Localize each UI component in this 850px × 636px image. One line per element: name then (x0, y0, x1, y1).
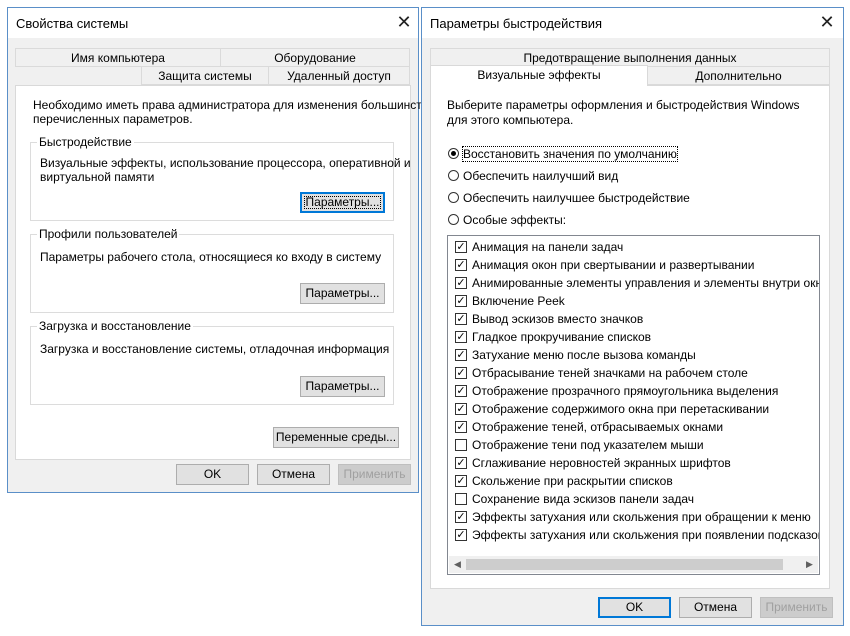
close-icon[interactable]: ✕ (393, 11, 415, 33)
intro-line-1: Необходимо иметь права администратора дл… (33, 98, 435, 112)
horizontal-scrollbar[interactable]: ◀ ▶ (449, 556, 818, 573)
window-title: Параметры быстродействия (430, 16, 603, 31)
effects-checkbox-list[interactable]: ✓ Анимация на панели задач ✓ Анимация окон … (447, 235, 820, 575)
performance-desc-2: виртуальной памяти (40, 170, 155, 184)
checkbox-checked-icon[interactable]: ✓ (455, 349, 467, 361)
cancel-button[interactable]: Отмена (679, 597, 752, 618)
cancel-button[interactable]: Отмена (257, 464, 330, 485)
environment-variables-button[interactable]: Переменные среды... (273, 427, 399, 448)
checkbox-checked-icon[interactable]: ✓ (455, 385, 467, 397)
effect-label: Эффекты затухания или скольжения при обр… (472, 510, 811, 524)
scrollbar-thumb[interactable] (466, 559, 783, 570)
checkbox-checked-icon[interactable]: ✓ (455, 421, 467, 433)
effect-label: Отображение теней, отбрасываемых окнами (472, 420, 724, 434)
user-profiles-desc: Параметры рабочего стола, относящиеся ко… (40, 250, 382, 264)
checkbox-checked-icon[interactable]: ✓ (455, 241, 467, 253)
tab-remote-access[interactable]: Удаленный доступ (268, 66, 410, 85)
ok-button[interactable]: OK (176, 464, 249, 485)
intro-line-2: перечисленных параметров. (33, 112, 193, 126)
tab-computer-name[interactable]: Имя компьютера (15, 48, 221, 67)
performance-group: Быстродействие Визуальные эффекты, испол… (30, 135, 411, 221)
radio-default[interactable] (448, 148, 459, 159)
effect-label: Отображение тени под указателем мыши (472, 438, 704, 452)
checkbox-checked-icon[interactable]: ✓ (455, 475, 467, 487)
effect-label: Сохранение вида эскизов панели задач (472, 492, 695, 506)
system-properties-window: Свойства системы ✕ Имя компьютера Оборуд… (7, 7, 435, 493)
effect-label: Эффекты затухания или скольжения при поя… (472, 528, 820, 542)
user-profiles-settings-button[interactable]: Параметры... (300, 283, 385, 304)
apply-button[interactable]: Применить (338, 464, 411, 485)
startup-recovery-group-label: Загрузка и восстановление (37, 319, 193, 333)
checkbox-checked-icon[interactable]: ✓ (455, 331, 467, 343)
startup-recovery-group: Загрузка и восстановление Загрузка и вос… (30, 319, 394, 405)
radio-best-appearance[interactable] (448, 170, 459, 181)
checkbox-unchecked-icon[interactable] (455, 439, 467, 451)
effect-label: Отображение прозрачного прямоугольника в… (472, 384, 779, 398)
intro-line-2: для этого компьютера. (447, 113, 574, 127)
startup-recovery-desc: Загрузка и восстановление системы, отлад… (40, 342, 390, 356)
effect-label: Гладкое прокручивание списков (472, 330, 652, 344)
effect-label: Отображение содержимого окна при перетас… (472, 402, 770, 416)
user-profiles-group-label: Профили пользователей (37, 227, 180, 241)
effect-label: Анимированные элементы управления и элем… (472, 276, 820, 290)
effect-label: Скольжение при раскрытии списков (472, 474, 673, 488)
scroll-left-icon[interactable]: ◀ (449, 556, 466, 573)
performance-settings-button[interactable]: Параметры... (300, 192, 385, 213)
apply-button[interactable]: Применить (760, 597, 833, 618)
visual-effects-panel: Выберите параметры оформления и быстроде… (430, 85, 830, 589)
title-bar[interactable]: Свойства системы ✕ (8, 8, 418, 38)
tab-visual-effects[interactable]: Визуальные эффекты (430, 65, 648, 86)
effect-label: Анимация на панели задач (472, 240, 624, 254)
radio-default-label[interactable]: Восстановить значения по умолчанию (462, 146, 678, 162)
tab-advanced[interactable]: Дополнительно (647, 66, 830, 85)
radio-custom-label[interactable]: Особые эффекты: (463, 213, 566, 227)
title-bar[interactable]: Параметры быстродействия ✕ (422, 8, 843, 38)
effect-label: Отбрасывание теней значками на рабочем с… (472, 366, 748, 380)
checkbox-checked-icon[interactable]: ✓ (455, 403, 467, 415)
close-icon[interactable]: ✕ (816, 11, 838, 33)
effect-label: Включение Peek (472, 294, 565, 308)
performance-options-window: Параметры быстродействия ✕ Предотвращени… (421, 7, 844, 626)
window-title: Свойства системы (16, 16, 129, 31)
checkbox-checked-icon[interactable]: ✓ (455, 511, 467, 523)
checkbox-unchecked-icon[interactable] (455, 493, 467, 505)
checkbox-checked-icon[interactable]: ✓ (455, 457, 467, 469)
effect-label: Сглаживание неровностей экранных шрифтов (472, 456, 731, 470)
radio-best-appearance-label[interactable]: Обеспечить наилучший вид (463, 169, 618, 183)
effect-label: Анимация окон при свертывании и разверты… (472, 258, 755, 272)
effect-label: Вывод эскизов вместо значков (472, 312, 644, 326)
checkbox-checked-icon[interactable]: ✓ (455, 277, 467, 289)
tab-hardware[interactable]: Оборудование (220, 48, 410, 67)
effect-label: Затухание меню после вызова команды (472, 348, 696, 362)
advanced-tab-panel: Необходимо иметь права администратора дл… (15, 85, 435, 460)
tab-system-protection[interactable]: Защита системы (141, 66, 269, 85)
checkbox-checked-icon[interactable]: ✓ (455, 367, 467, 379)
user-profiles-group: Профили пользователей Параметры рабочего… (30, 227, 394, 313)
radio-best-performance[interactable] (448, 192, 459, 203)
ok-button[interactable]: OK (598, 597, 671, 618)
checkbox-checked-icon[interactable]: ✓ (455, 295, 467, 307)
performance-group-label: Быстродействие (37, 135, 134, 149)
intro-line-1: Выберите параметры оформления и быстроде… (447, 98, 800, 112)
scroll-right-icon[interactable]: ▶ (801, 556, 818, 573)
checkbox-checked-icon[interactable]: ✓ (455, 313, 467, 325)
radio-best-performance-label[interactable]: Обеспечить наилучшее быстродействие (463, 191, 690, 205)
startup-recovery-settings-button[interactable]: Параметры... (300, 376, 385, 397)
performance-desc-1: Визуальные эффекты, использование процес… (40, 156, 411, 170)
radio-custom[interactable] (448, 214, 459, 225)
checkbox-checked-icon[interactable]: ✓ (455, 259, 467, 271)
checkbox-checked-icon[interactable]: ✓ (455, 529, 467, 541)
focus-rectangle (304, 196, 381, 209)
